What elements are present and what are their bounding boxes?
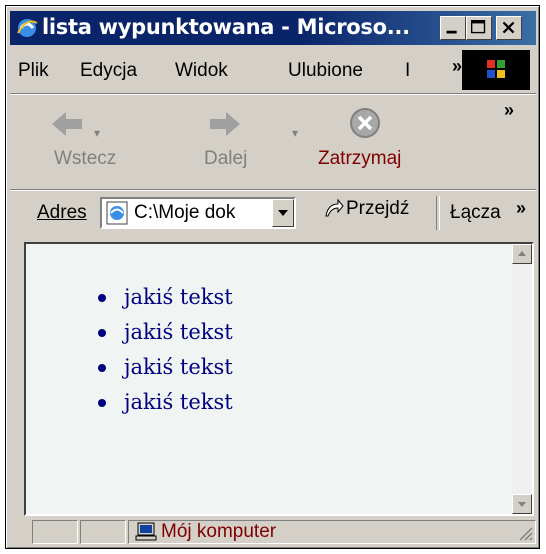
address-bar: Adres C:\Moje dok Przejdź Łącza »: [10, 192, 536, 236]
menu-tools[interactable]: I: [405, 60, 410, 82]
scroll-up-icon: [518, 251, 526, 256]
list-item: jakiś tekst: [96, 389, 233, 424]
page-icon: [106, 201, 128, 225]
bullet-icon: [98, 329, 106, 337]
list-item: jakiś tekst: [96, 284, 233, 319]
close-icon: [502, 21, 515, 34]
stop-icon: [350, 108, 380, 138]
window-title: lista wypunktowana - Microso...: [42, 15, 410, 39]
bullet-icon: [98, 399, 106, 407]
links-overflow-chevron[interactable]: »: [516, 198, 526, 219]
status-bar: Mój komputer: [10, 518, 536, 546]
list-item: jakiś tekst: [96, 319, 233, 354]
menu-bar: Plik Edycja Widok Ulubione I »: [10, 48, 536, 92]
back-label: Wstecz: [54, 148, 117, 169]
close-button[interactable]: [496, 16, 522, 40]
back-arrow-icon: [52, 112, 82, 136]
toolbar-overflow-chevron[interactable]: »: [504, 100, 514, 121]
address-input[interactable]: C:\Moje dok: [100, 197, 296, 229]
resize-grip-icon[interactable]: [517, 525, 533, 541]
chevron-down-icon: [278, 210, 288, 216]
stop-label: Zatrzymaj: [318, 148, 402, 169]
go-label: Przejdź: [346, 198, 410, 219]
forward-dropdown-icon[interactable]: ▾: [292, 126, 298, 140]
list-item: jakiś tekst: [96, 354, 233, 389]
page-content: jakiś tekst jakiś tekst jakiś tekst jaki…: [24, 242, 534, 516]
maximize-icon: [470, 19, 486, 34]
forward-label: Dalej: [204, 148, 248, 169]
bulleted-list: jakiś tekst jakiś tekst jakiś tekst jaki…: [96, 284, 233, 424]
forward-arrow-icon: [210, 112, 240, 136]
status-panel: [32, 520, 78, 544]
maximize-button[interactable]: [466, 16, 492, 40]
navigation-toolbar: ▾ Wstecz ▾ Dalej Zatrzymaj »: [10, 96, 536, 188]
address-links-separator: [436, 196, 440, 230]
status-panel: [80, 520, 126, 544]
back-dropdown-icon[interactable]: ▾: [94, 126, 100, 140]
status-zone-text: Mój komputer: [161, 521, 277, 542]
address-label: Adres: [37, 202, 87, 223]
menu-overflow-chevron[interactable]: »: [452, 56, 462, 77]
bullet-icon: [98, 364, 106, 372]
menu-separator: [10, 93, 536, 95]
links-button[interactable]: Łącza: [450, 202, 501, 224]
my-computer-icon: [135, 522, 157, 541]
scroll-down-button[interactable]: [512, 494, 532, 514]
menu-favorites[interactable]: Ulubione: [288, 60, 363, 82]
browser-window: lista wypunktowana - Microso... Plik Edy…: [5, 5, 540, 549]
address-value: C:\Moje dok: [134, 202, 236, 223]
menu-file[interactable]: Plik: [18, 60, 49, 82]
windows-logo: [462, 50, 530, 90]
minimize-button[interactable]: [440, 16, 466, 40]
menu-view[interactable]: Widok: [175, 60, 228, 82]
internet-explorer-icon: [17, 19, 38, 37]
menu-edit[interactable]: Edycja: [80, 60, 137, 82]
scroll-up-button[interactable]: [512, 244, 532, 264]
address-dropdown-button[interactable]: [272, 199, 294, 227]
scroll-down-icon: [518, 502, 526, 507]
vertical-scrollbar[interactable]: [512, 244, 532, 514]
bullet-icon: [98, 294, 106, 302]
windows-flag-icon: [487, 60, 505, 78]
status-zone-panel: Mój komputer: [128, 520, 536, 544]
go-arrow-icon: [325, 198, 344, 217]
minimize-icon: [446, 30, 457, 34]
toolbar-separator: [10, 189, 536, 191]
title-bar[interactable]: lista wypunktowana - Microso...: [10, 11, 536, 45]
